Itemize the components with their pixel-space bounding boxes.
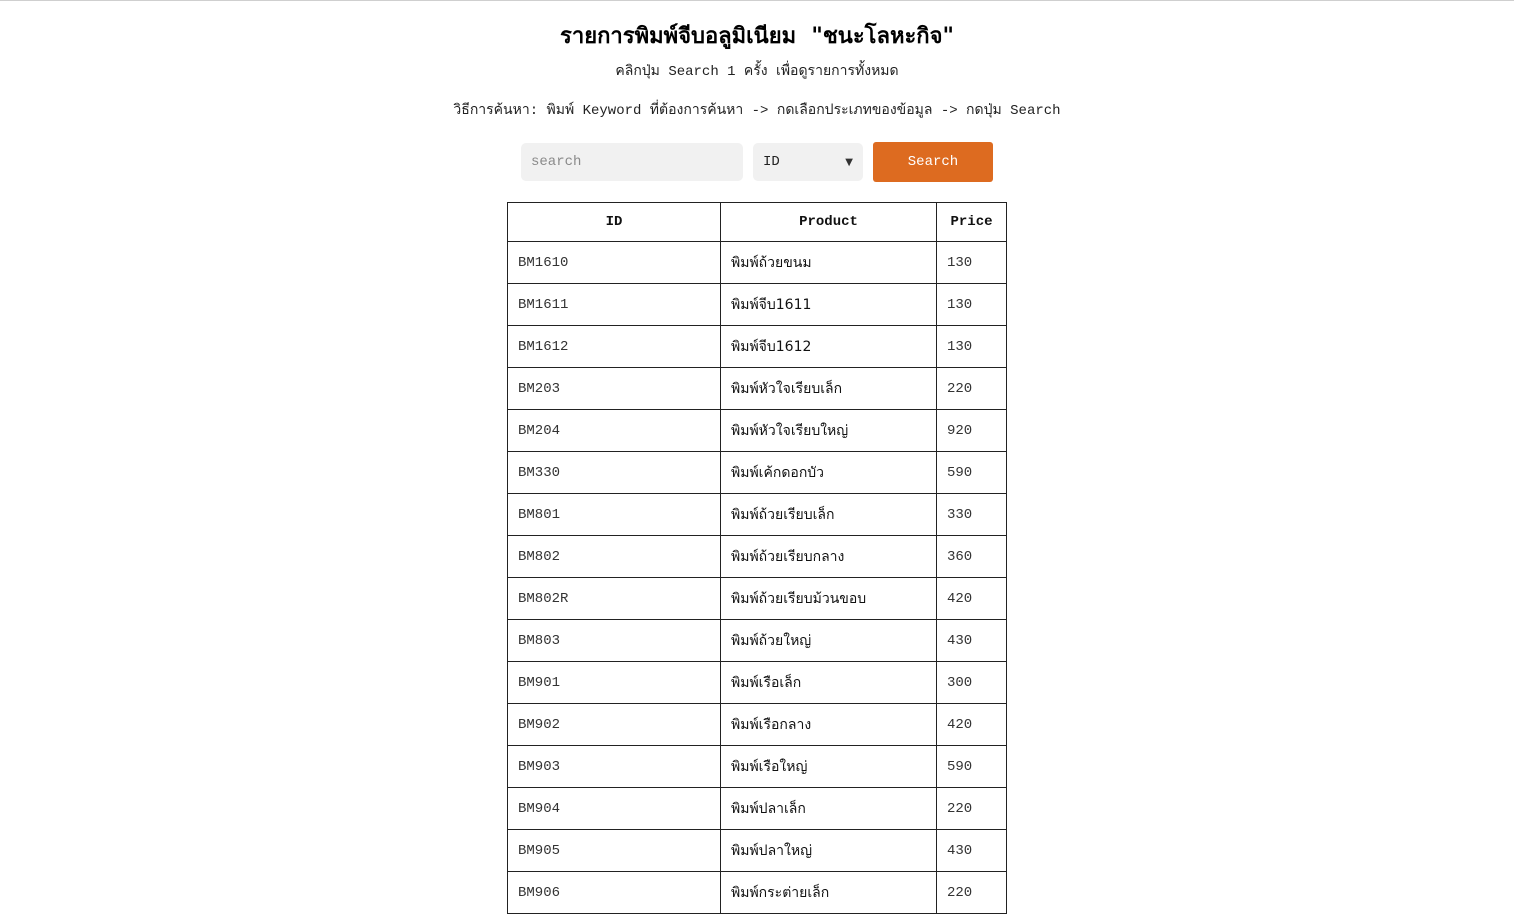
cell-product: พิมพ์หัวใจเรียบเล็ก: [720, 367, 937, 410]
table-row: BM803 พิมพ์ถ้วยใหญ่ 430: [507, 619, 1007, 662]
cell-price: 130: [936, 283, 1007, 326]
table-row: BM1612 พิมพ์จีบ1612 130: [507, 325, 1007, 368]
hint-show-all: คลิกปุ่ม Search 1 ครั้ง เพื่อดูรายการทั้…: [615, 64, 899, 80]
table-row: BM904 พิมพ์ปลาเล็ก 220: [507, 787, 1007, 830]
cell-id: BM803: [507, 619, 721, 662]
cell-id: BM1610: [507, 241, 721, 284]
table-row: BM903 พิมพ์เรือใหญ่ 590: [507, 745, 1007, 788]
table-row: BM1611 พิมพ์จีบ1611 130: [507, 283, 1007, 326]
cell-id: BM204: [507, 409, 721, 452]
cell-product: พิมพ์ถ้วยขนม: [720, 241, 937, 284]
cell-product: พิมพ์เรือเล็ก: [720, 661, 937, 704]
table-row: BM802 พิมพ์ถ้วยเรียบกลาง 360: [507, 535, 1007, 578]
cell-price: 590: [936, 745, 1007, 788]
cell-price: 420: [936, 577, 1007, 620]
cell-id: BM905: [507, 829, 721, 872]
cell-price: 220: [936, 871, 1007, 914]
cell-price: 590: [936, 451, 1007, 494]
cell-product: พิมพ์ถ้วยเรียบเล็ก: [720, 493, 937, 536]
cell-price: 420: [936, 703, 1007, 746]
cell-product: พิมพ์จีบ1612: [720, 325, 937, 368]
page: รายการพิมพ์จีบอลูมิเนียม "ชนะโลหะกิจ" คล…: [0, 1, 1514, 914]
column-header-product[interactable]: Product: [720, 202, 937, 242]
page-title: รายการพิมพ์จีบอลูมิเนียม "ชนะโลหะกิจ": [560, 24, 954, 49]
cell-price: 430: [936, 619, 1007, 662]
cell-price: 130: [936, 241, 1007, 284]
cell-product: พิมพ์เค้กดอกบัว: [720, 451, 937, 494]
cell-product: พิมพ์กระต่ายเล็ก: [720, 871, 937, 914]
cell-product: พิมพ์ถ้วยใหญ่: [720, 619, 937, 662]
search-input[interactable]: [521, 143, 743, 181]
search-button[interactable]: Search: [873, 142, 993, 182]
column-header-price[interactable]: Price: [936, 202, 1007, 242]
cell-product: พิมพ์หัวใจเรียบใหญ่: [720, 409, 937, 452]
cell-id: BM906: [507, 871, 721, 914]
cell-price: 330: [936, 493, 1007, 536]
chevron-down-icon: ▼: [845, 156, 853, 168]
cell-id: BM903: [507, 745, 721, 788]
cell-id: BM802R: [507, 577, 721, 620]
cell-id: BM904: [507, 787, 721, 830]
column-header-id[interactable]: ID: [507, 202, 721, 242]
cell-price: 130: [936, 325, 1007, 368]
cell-price: 920: [936, 409, 1007, 452]
table-row: BM204 พิมพ์หัวใจเรียบใหญ่ 920: [507, 409, 1007, 452]
cell-product: พิมพ์ถ้วยเรียบม้วนขอบ: [720, 577, 937, 620]
cell-id: BM801: [507, 493, 721, 536]
filter-type-selected: ID: [763, 154, 780, 170]
cell-price: 300: [936, 661, 1007, 704]
cell-id: BM1612: [507, 325, 721, 368]
table-row: BM801 พิมพ์ถ้วยเรียบเล็ก 330: [507, 493, 1007, 536]
table-header-row: ID Product Price: [507, 202, 1007, 242]
cell-id: BM203: [507, 367, 721, 410]
cell-id: BM1611: [507, 283, 721, 326]
cell-price: 360: [936, 535, 1007, 578]
table-row: BM902 พิมพ์เรือกลาง 420: [507, 703, 1007, 746]
cell-id: BM802: [507, 535, 721, 578]
cell-id: BM902: [507, 703, 721, 746]
cell-product: พิมพ์จีบ1611: [720, 283, 937, 326]
cell-price: 220: [936, 367, 1007, 410]
products-table: ID Product Price BM1610 พิมพ์ถ้วยขนม 130…: [507, 202, 1007, 914]
table-row: BM901 พิมพ์เรือเล็ก 300: [507, 661, 1007, 704]
cell-product: พิมพ์เรือใหญ่: [720, 745, 937, 788]
table-row: BM802R พิมพ์ถ้วยเรียบม้วนขอบ 420: [507, 577, 1007, 620]
table-row: BM203 พิมพ์หัวใจเรียบเล็ก 220: [507, 367, 1007, 410]
cell-id: BM901: [507, 661, 721, 704]
table-row: BM905 พิมพ์ปลาใหญ่ 430: [507, 829, 1007, 872]
filter-type-select[interactable]: ID ▼: [753, 143, 863, 181]
cell-price: 220: [936, 787, 1007, 830]
cell-product: พิมพ์ปลาเล็ก: [720, 787, 937, 830]
table-row: BM330 พิมพ์เค้กดอกบัว 590: [507, 451, 1007, 494]
hint-search-instructions: วิธีการค้นหา: พิมพ์ Keyword ที่ต้องการค้…: [453, 103, 1061, 119]
cell-product: พิมพ์เรือกลาง: [720, 703, 937, 746]
cell-id: BM330: [507, 451, 721, 494]
table-row: BM906 พิมพ์กระต่ายเล็ก 220: [507, 871, 1007, 914]
table-row: BM1610 พิมพ์ถ้วยขนม 130: [507, 241, 1007, 284]
cell-product: พิมพ์ถ้วยเรียบกลาง: [720, 535, 937, 578]
cell-product: พิมพ์ปลาใหญ่: [720, 829, 937, 872]
search-bar: ID ▼ Search: [0, 142, 1514, 182]
cell-price: 430: [936, 829, 1007, 872]
